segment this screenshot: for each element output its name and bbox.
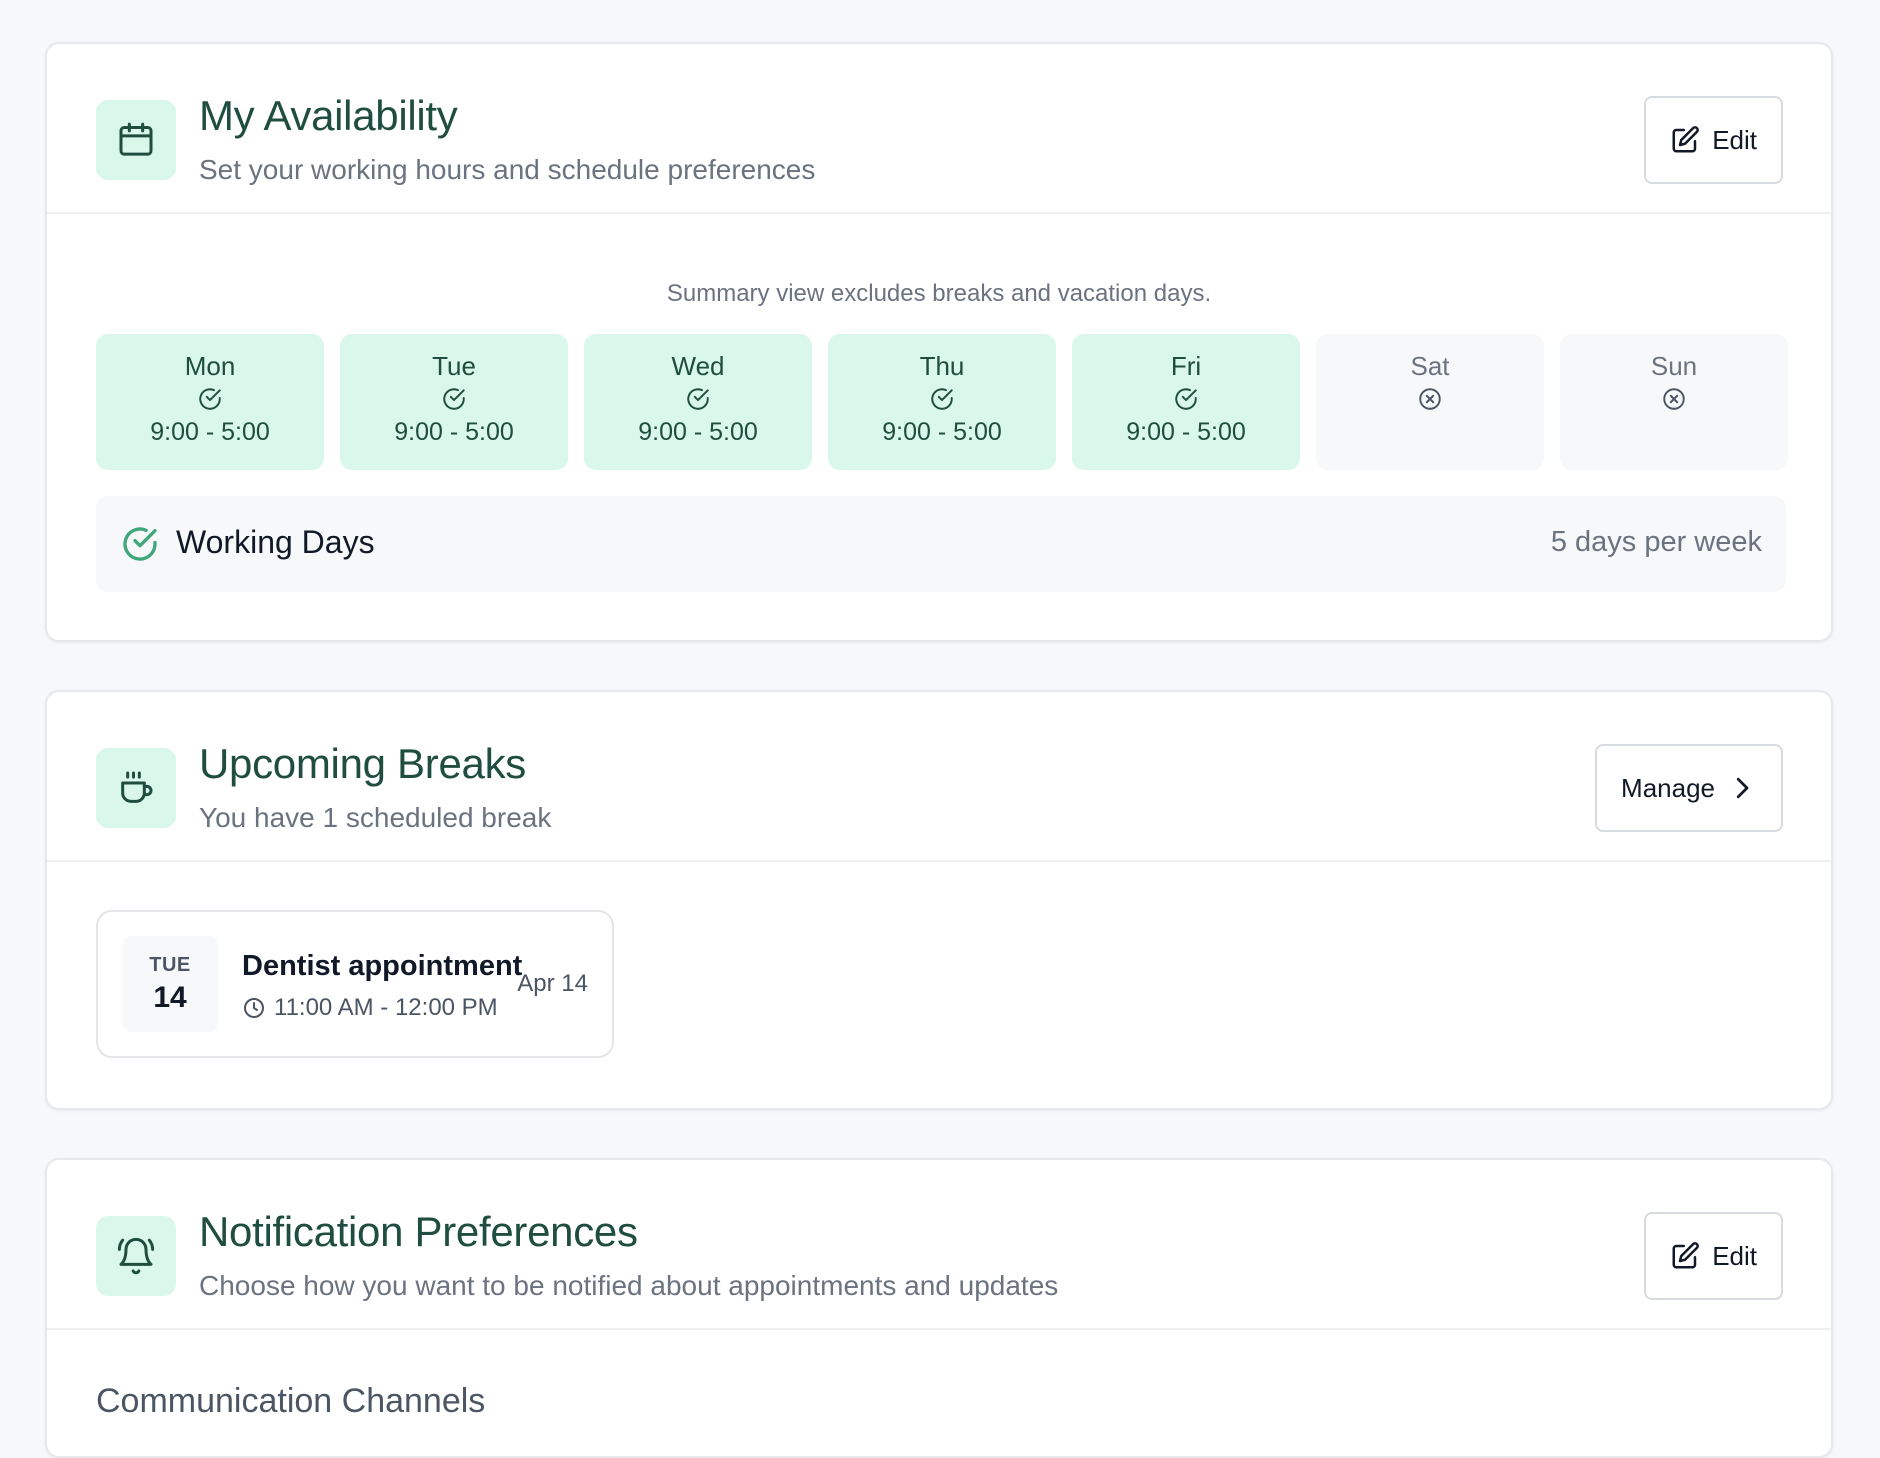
chevron-right-icon [1736,777,1749,799]
break-time-text: 11:00 AM - 12:00 PM [274,994,498,1021]
break-date-badge: TUE 14 [122,936,218,1032]
notifications-edit-button[interactable]: Edit [1644,1212,1783,1300]
day-name: Sun [1650,351,1698,381]
notifications-subtitle: Choose how you want to be notified about… [199,1270,1059,1301]
day-hours: 9:00 - 5:00 [638,418,758,446]
availability-subtitle: Set your working hours and schedule pref… [199,154,816,185]
day-tile-fri[interactable]: Fri 9:00 - 5:00 [1072,334,1300,470]
day-name: Wed [671,351,725,381]
break-date: Apr 14 [517,970,588,997]
day-name: Fri [1170,351,1202,381]
day-hours: 9:00 - 5:00 [1126,418,1246,446]
break-day-number: 14 [153,980,187,1014]
weekday-list: Mon 9:00 - 5:00 Tue 9:00 - 5:00 Wed 9:00 - 5:… [96,334,1788,470]
day-hours: 9:00 - 5:00 [150,418,270,446]
day-hours: 9:00 - 5:00 [394,418,514,446]
check-circle-icon [197,386,223,412]
availability-title: My Availability [199,92,458,139]
availability-edit-button[interactable]: Edit [1644,96,1783,184]
working-days-row: Working Days 5 days per week [96,496,1786,592]
manage-button-label: Manage [1621,772,1715,803]
day-name: Mon [184,351,236,381]
edit-button-label: Edit [1712,124,1757,155]
day-tile-sun[interactable]: Sun [1560,334,1788,470]
day-tile-tue[interactable]: Tue 9:00 - 5:00 [340,334,568,470]
day-tile-thu[interactable]: Thu 9:00 - 5:00 [828,334,1056,470]
break-time: 11:00 AM - 12:00 PM [242,994,498,1022]
check-circle-icon [929,386,955,412]
check-circle-icon [1173,386,1199,412]
x-circle-icon [1661,386,1687,412]
breaks-header: Upcoming Breaks You have 1 scheduled bre… [47,692,1831,862]
check-circle-icon [685,386,711,412]
break-title: Dentist appointment [242,950,523,982]
day-tile-mon[interactable]: Mon 9:00 - 5:00 [96,334,324,470]
breaks-title: Upcoming Breaks [199,740,526,787]
day-hours: 9:00 - 5:00 [882,418,1002,446]
coffee-cup-icon [96,748,176,828]
availability-card: My Availability Set your working hours a… [45,42,1833,642]
working-days-value: 5 days per week [1550,526,1762,558]
calendar-icon [96,100,176,180]
notifications-header: Notification Preferences Choose how you … [47,1160,1831,1330]
edit-button-label: Edit [1712,1240,1757,1271]
day-tile-sat[interactable]: Sat [1316,334,1544,470]
day-name: Sat [1410,351,1450,381]
x-circle-icon [1417,386,1443,412]
break-weekday: TUE [149,953,191,976]
check-circle-icon [441,386,467,412]
availability-header: My Availability Set your working hours a… [47,44,1831,214]
working-days-label: Working Days [176,524,375,560]
notifications-card: Notification Preferences Choose how you … [45,1158,1833,1458]
edit-icon [1672,126,1700,153]
day-tile-wed[interactable]: Wed 9:00 - 5:00 [584,334,812,470]
page: My Availability Set your working hours a… [0,0,1880,1458]
manage-breaks-button[interactable]: Manage [1595,744,1783,832]
breaks-card: Upcoming Breaks You have 1 scheduled bre… [45,690,1833,1110]
check-circle-icon [123,527,157,561]
communication-channels-label: Communication Channels [96,1382,486,1420]
breaks-subtitle: You have 1 scheduled break [199,802,552,833]
summary-note: Summary view excludes breaks and vacatio… [666,280,1212,307]
clock-icon [244,998,264,1018]
day-name: Tue [432,351,476,381]
edit-icon [1672,1242,1700,1269]
break-item[interactable]: TUE 14 Dentist appointment 11:00 AM - 12… [96,910,614,1058]
notifications-title: Notification Preferences [199,1208,638,1255]
bell-icon [96,1216,176,1296]
day-name: Thu [919,351,965,381]
